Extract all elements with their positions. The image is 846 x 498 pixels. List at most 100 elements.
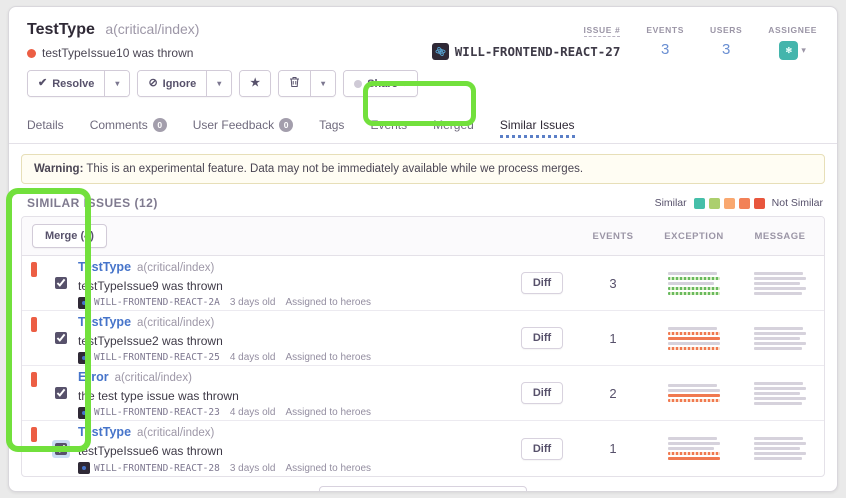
show-issues-below-threshold-button[interactable]: Show 8 issues below threshold (319, 486, 528, 492)
project-icon (432, 43, 449, 60)
issue-link[interactable]: Error (78, 370, 109, 384)
similar-issue-row: Errora(critical/index) the test type iss… (22, 366, 824, 421)
issue-short-id: WILL-FRONTEND-REACT-2A (78, 297, 220, 309)
similar-issues-content: Warning: This is an experimental feature… (9, 144, 837, 492)
delete-dropdown-button[interactable]: ▾ (310, 71, 335, 96)
issue-header: TestType a(critical/index) testTypeIssue… (9, 7, 837, 60)
issue-assignee: Assigned to heroes (285, 463, 371, 474)
table-header-row: Merge (4) EVENTS EXCEPTION MESSAGE (22, 217, 824, 256)
select-issue-checkbox[interactable] (55, 443, 67, 455)
diff-button[interactable]: Diff (521, 438, 563, 460)
project-icon (78, 407, 90, 419)
issue-link[interactable]: TestType (78, 315, 131, 329)
issue-link[interactable]: TestType (78, 260, 131, 274)
events-count[interactable]: 3 (661, 41, 669, 58)
tab-events[interactable]: Events (370, 109, 407, 143)
ignore-dropdown-button[interactable]: ▾ (206, 71, 231, 96)
merge-button[interactable]: Merge (4) (32, 224, 107, 248)
diff-button[interactable]: Diff (521, 327, 563, 349)
resolve-button[interactable]: ✔ Resolve (28, 71, 104, 96)
tab-similar-issues[interactable]: Similar Issues (500, 109, 575, 143)
chevron-down-icon: ▾ (321, 79, 325, 88)
tab-details[interactable]: Details (27, 109, 64, 143)
issue-message: testTypeIssue10 was thrown (42, 46, 193, 60)
issue-title-block: TestType a(critical/index) testTypeIssue… (27, 21, 199, 60)
select-issue-checkbox[interactable] (55, 387, 67, 399)
select-issue-checkbox[interactable] (55, 277, 67, 289)
similar-issue-row: TestTypea(critical/index) testTypeIssue2… (22, 311, 824, 366)
issue-link[interactable]: TestType (78, 425, 131, 439)
experimental-warning-banner: Warning: This is an experimental feature… (21, 154, 825, 184)
chevron-down-icon: ▾ (217, 79, 221, 88)
exception-similarity-spectrum (668, 272, 720, 295)
similar-issues-table: Merge (4) EVENTS EXCEPTION MESSAGE TestT… (21, 216, 825, 477)
ignore-button[interactable]: ⊘ Ignore (138, 71, 206, 96)
assignee-avatar: ✻ (779, 41, 798, 60)
message-column-header: MESSAGE (736, 231, 824, 242)
bookmark-button[interactable]: ★ (240, 71, 270, 96)
events-count: 1 (574, 441, 652, 456)
issue-detail-card: TestType a(critical/index) testTypeIssue… (8, 6, 838, 492)
chevron-down-icon: ▾ (801, 45, 806, 56)
issue-message: the test type issue was thrown (78, 389, 510, 403)
chevron-down-icon: ▾ (403, 79, 407, 88)
issue-age: 3 days old (230, 463, 276, 474)
events-count: 3 (574, 276, 652, 291)
tab-comments[interactable]: Comments0 (90, 109, 167, 143)
diff-button[interactable]: Diff (521, 272, 563, 294)
events-count: 1 (574, 331, 652, 346)
resolve-dropdown-button[interactable]: ▾ (104, 71, 129, 96)
exception-similarity-spectrum (668, 327, 720, 350)
share-status-icon (354, 80, 362, 88)
error-level-bar (31, 262, 37, 277)
similarity-swatches (694, 198, 765, 209)
message-similarity-spectrum (754, 382, 806, 405)
exception-similarity-spectrum (668, 384, 720, 402)
issue-number-label: ISSUE # (584, 25, 621, 37)
tab-user-feedback[interactable]: User Feedback0 (193, 109, 293, 143)
issue-message: testTypeIssue6 was thrown (78, 444, 510, 458)
error-level-bar (31, 427, 37, 442)
users-count[interactable]: 3 (722, 41, 730, 58)
users-label: USERS (710, 25, 742, 35)
issue-message: testTypeIssue9 was thrown (78, 279, 510, 293)
tab-tags[interactable]: Tags (319, 109, 344, 143)
events-column-header: EVENTS (574, 231, 652, 242)
assignee-label: ASSIGNEE (768, 25, 817, 35)
issue-culprit: a(critical/index) (105, 21, 199, 37)
issue-stats: ISSUE # WILL-FRONTEND-REACT-27 EVENTS 3 … (432, 21, 819, 60)
select-issue-checkbox[interactable] (55, 332, 67, 344)
diff-button[interactable]: Diff (521, 382, 563, 404)
assignee-selector[interactable]: ✻ ▾ (779, 41, 806, 60)
issue-short-id: WILL-FRONTEND-REACT-25 (78, 352, 220, 364)
issue-age: 4 days old (230, 352, 276, 363)
trash-icon (289, 76, 300, 91)
comments-count-badge: 0 (153, 118, 167, 132)
delete-button[interactable] (279, 71, 310, 96)
issue-age: 3 days old (230, 297, 276, 308)
issue-age: 4 days old (230, 407, 276, 418)
project-icon (78, 297, 90, 309)
similar-issue-row: TestTypea(critical/index) testTypeIssue9… (22, 256, 824, 311)
issue-short-id: WILL-FRONTEND-REACT-23 (78, 407, 220, 419)
chevron-down-icon: ▾ (115, 79, 119, 88)
error-level-bar (31, 372, 37, 387)
issue-message: testTypeIssue2 was thrown (78, 334, 510, 348)
mute-icon: ⊘ (148, 78, 157, 89)
similar-issue-row: TestTypea(critical/index) testTypeIssue6… (22, 421, 824, 476)
similarity-legend: Similar Not Similar (655, 197, 823, 209)
events-label: EVENTS (646, 25, 684, 35)
issue-short-id: WILL-FRONTEND-REACT-28 (78, 462, 220, 474)
issue-assignee: Assigned to heroes (285, 407, 371, 418)
project-icon (78, 352, 90, 364)
check-icon: ✔ (38, 78, 47, 89)
share-button[interactable]: Share ▾ (344, 71, 417, 96)
issue-assignee: Assigned to heroes (285, 352, 371, 363)
tab-merged[interactable]: Merged (433, 109, 474, 143)
similar-issues-heading: SIMILAR ISSUES (12) (27, 196, 158, 210)
exception-column-header: EXCEPTION (652, 231, 736, 242)
project-icon (78, 462, 90, 474)
message-similarity-spectrum (754, 437, 806, 460)
action-toolbar: ✔ Resolve ▾ ⊘ Ignore ▾ ★ ▾ Share ▾ (9, 60, 837, 109)
issue-assignee: Assigned to heroes (285, 297, 371, 308)
